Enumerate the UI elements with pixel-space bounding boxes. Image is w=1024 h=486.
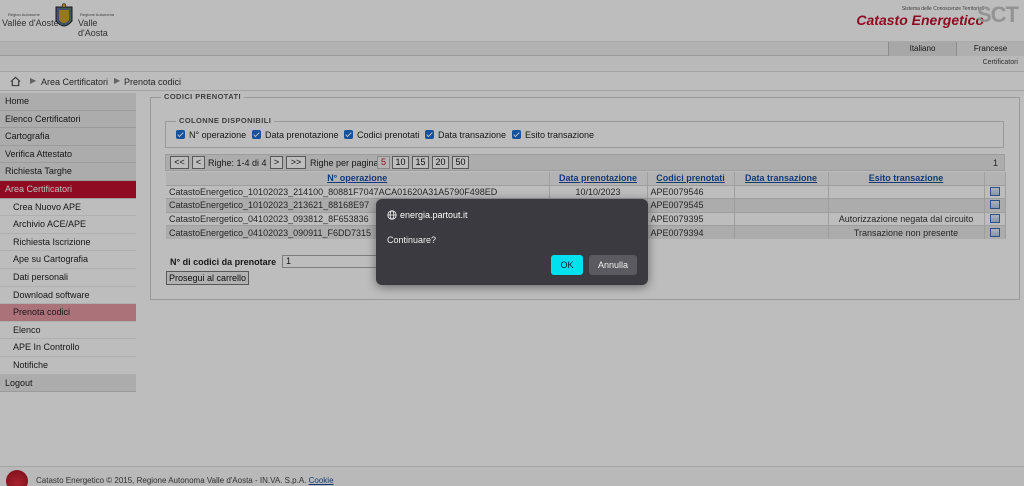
confirm-dialog: energia.partout.it Continuare? OK Annull… (376, 199, 648, 285)
dialog-message: Continuare? (387, 235, 437, 245)
dialog-ok-button[interactable]: OK (551, 255, 583, 275)
globe-icon (387, 210, 397, 220)
dialog-origin: energia.partout.it (400, 210, 468, 220)
dialog-cancel-button[interactable]: Annulla (589, 255, 637, 275)
